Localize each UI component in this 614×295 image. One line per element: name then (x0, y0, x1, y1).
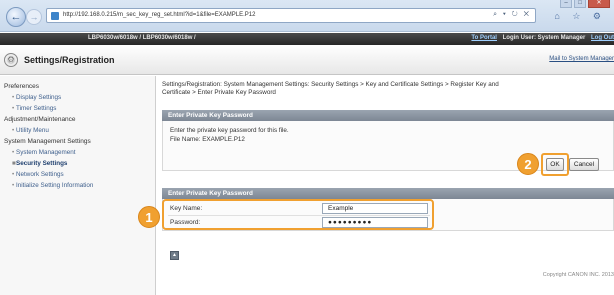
mail-to-system-manager-link[interactable]: Mail to System Manager (549, 56, 614, 62)
banner-right: To Portal Login User: System Manager Log… (471, 35, 614, 41)
address-bar-icons[interactable]: ⌕ ▾ ↻ ✕ (493, 11, 531, 19)
url-text[interactable]: http://192.168.0.215/m_sec_key_reg_set.h… (63, 12, 255, 18)
panel-header-key-fields: Enter Private Key Password (162, 188, 614, 199)
breadcrumb: Settings/Registration: System Management… (162, 81, 602, 97)
sidebar-item-label: Utility Menu (16, 127, 49, 134)
breadcrumb-line-2: Certificate > Enter Private Key Password (162, 89, 276, 96)
callout-marker-2: 2 (517, 153, 539, 175)
sidebar-item-label: Initialize Setting Information (16, 182, 94, 189)
sidebar-item-display-settings[interactable]: • Display Settings (12, 94, 61, 101)
forward-button[interactable]: → (26, 9, 42, 25)
sidebar-item-label: Timer Settings (16, 105, 57, 112)
sidebar-category-system-management: System Management Settings (4, 138, 91, 145)
page-title: Settings/Registration (24, 55, 115, 65)
sidebar: Preferences • Display Settings • Timer Set… (0, 76, 156, 295)
browser-chrome: – □ ✕ ← → http://192.168.0.215/m_sec_key… (0, 0, 614, 32)
sidebar-item-utility-menu[interactable]: • Utility Menu (12, 127, 49, 134)
maximize-button[interactable]: □ (574, 0, 586, 8)
to-portal-link[interactable]: To Portal (471, 35, 497, 41)
password-label: Password: (170, 219, 201, 226)
settings-header: ⚙ Settings/Registration Mail to System M… (0, 45, 614, 75)
sidebar-category-adjustment: Adjustment/Maintenance (4, 116, 76, 123)
callout-marker-1: 1 (138, 206, 160, 228)
minimize-button[interactable]: – (560, 0, 572, 8)
main-content: Settings/Registration: System Management… (162, 76, 614, 295)
browser-window: – □ ✕ ← → http://192.168.0.215/m_sec_key… (0, 0, 614, 295)
cancel-button[interactable]: Cancel (569, 158, 599, 171)
sidebar-item-label: Security Settings (16, 160, 68, 167)
gear-icon: ⚙ (4, 53, 18, 67)
sidebar-item-initialize-setting-information[interactable]: • Initialize Setting Information (12, 182, 93, 189)
field-divider (168, 215, 430, 216)
back-button[interactable]: ← (6, 7, 26, 27)
sidebar-category-preferences: Preferences (4, 83, 40, 90)
password-input[interactable]: ●●●●●●●●● (322, 217, 428, 228)
panel-header-enter-password: Enter Private Key Password (162, 110, 614, 121)
favicon-icon (51, 12, 59, 20)
address-bar[interactable]: http://192.168.0.215/m_sec_key_reg_set.h… (46, 8, 536, 23)
sidebar-item-network-settings[interactable]: • Network Settings (12, 171, 64, 178)
window-controls: – □ ✕ (560, 0, 610, 10)
toolbar-icons[interactable]: ⌂ ☆ ⚙ (554, 11, 606, 22)
sidebar-item-system-management[interactable]: • System Management (12, 149, 76, 156)
ok-button[interactable]: OK (546, 158, 564, 171)
login-user-text: Login User: System Manager (502, 35, 586, 41)
breadcrumb-line-1: Settings/Registration: System Management… (162, 81, 499, 88)
sidebar-item-label: Display Settings (16, 94, 62, 101)
copyright-text: Copyright CANON INC. 2013 (542, 272, 614, 278)
logout-link[interactable]: Log Out (591, 35, 614, 41)
sidebar-item-timer-settings[interactable]: • Timer Settings (12, 105, 56, 112)
key-name-label: Key Name: (170, 205, 203, 212)
sidebar-item-label: System Management (16, 149, 76, 156)
file-name-text: File Name: EXAMPLE.P12 (170, 136, 245, 143)
sidebar-item-label: Network Settings (16, 171, 64, 178)
sidebar-item-security-settings[interactable]: ■Security Settings (12, 160, 67, 167)
close-button[interactable]: ✕ (588, 0, 610, 8)
instruction-text: Enter the private key password for this … (170, 127, 289, 134)
page-top-icon[interactable]: ▲ (170, 251, 179, 260)
device-name: LBP6030w/6018w / LBP6030w/6018w / (88, 35, 196, 41)
device-banner: LBP6030w/6018w / LBP6030w/6018w / To Por… (0, 33, 614, 45)
key-name-input[interactable]: Example (322, 203, 428, 214)
